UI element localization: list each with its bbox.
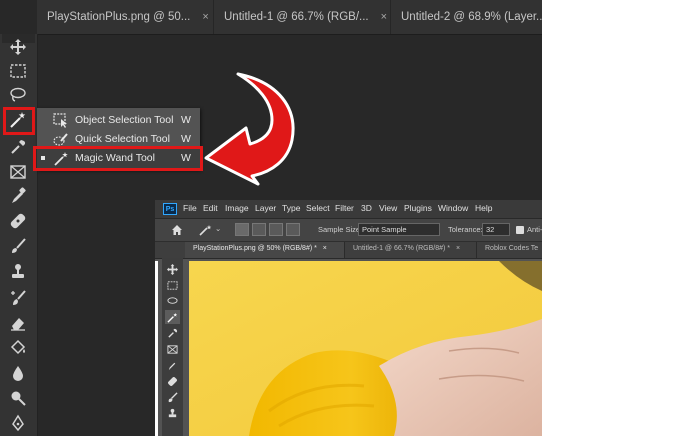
menu-help[interactable]: Help [475,203,492,213]
magic-wand-icon[interactable] [199,224,213,236]
marquee-icon[interactable] [165,278,180,292]
inset-tab-playstationplus[interactable]: PlayStationPlus.png @ 50% (RGB/8#) * × [185,242,345,258]
menu-filter[interactable]: Filter [335,203,354,213]
tab-label: Untitled-1 @ 66.7% (RGB/... [224,11,369,23]
color-picker-icon[interactable] [165,358,180,372]
tolerance-input[interactable]: 32 [482,223,510,236]
add-selection-button[interactable] [252,223,266,236]
magic-wand-icon[interactable] [165,310,180,324]
stamp-icon[interactable] [165,406,180,420]
tab-label: PlayStationPlus.png @ 50% (RGB/8#) * [193,245,317,252]
flyout-item-object-selection[interactable]: Object Selection Tool W [37,111,200,130]
healing-icon[interactable] [5,210,31,232]
photoshop-window: PlayStationPlus.png @ 50... × Untitled-1… [0,0,542,436]
options-bar: ⌄ Sample Size: Point Sample Tolerance: 3… [155,219,542,242]
eyedropper-icon[interactable] [165,326,180,340]
callout-arrow-icon [204,72,295,186]
marquee-icon[interactable] [5,60,31,82]
brush-icon[interactable] [5,235,31,257]
lasso-icon[interactable] [165,294,180,308]
page-edge [155,261,158,436]
flyout-label: Quick Selection Tool [75,133,170,145]
tab-playstationplus[interactable]: PlayStationPlus.png @ 50... × [37,0,214,34]
move-icon[interactable] [165,262,180,276]
dodge-icon[interactable] [5,387,31,409]
inset-tab-bar: PlayStationPlus.png @ 50% (RGB/8#) * × U… [155,242,542,259]
menu-edit[interactable]: Edit [203,203,218,213]
close-icon[interactable]: × [202,11,208,23]
healing-icon[interactable] [165,374,180,388]
inset-screenshot: Ps File Edit Image Layer Type Select Fil… [155,200,542,436]
subtract-selection-button[interactable] [269,223,283,236]
menu-file[interactable]: File [183,203,197,213]
menu-select[interactable]: Select [306,203,330,213]
object-selection-icon [53,113,67,128]
menu-layer[interactable]: Layer [255,203,276,213]
menu-type[interactable]: Type [282,203,300,213]
tab-label: PlayStationPlus.png @ 50... [47,11,191,23]
tolerance-value: 32 [486,225,495,234]
color-picker-icon[interactable] [5,185,31,207]
tolerance-label: Tolerance: [448,225,483,234]
tab-label: Untitled-2 @ 68.9% (Layer... [401,11,542,23]
menu-3d[interactable]: 3D [361,203,372,213]
shortcut-key: W [181,133,191,145]
quick-selection-icon [53,133,68,146]
eraser-icon[interactable] [5,312,31,334]
antialias-label: Anti-a [527,225,542,234]
tools-panel [0,34,38,436]
shortcut-key: W [181,114,191,126]
menu-window[interactable]: Window [438,203,468,213]
flyout-highlight-box [33,146,203,171]
inset-tools-panel [162,258,183,436]
inset-tab-roblox-codes[interactable]: Roblox Codes Te [477,242,542,258]
ps-logo: Ps [163,203,177,215]
move-icon[interactable] [5,36,31,58]
tab-label: Roblox Codes Te [485,245,539,252]
frame-icon[interactable] [5,161,31,183]
eyedropper-icon[interactable] [5,136,31,158]
lasso-icon[interactable] [5,84,31,106]
tab-label: Untitled-1 @ 66.7% (RGB/8#) * [353,245,450,252]
inset-tab-untitled-1[interactable]: Untitled-1 @ 66.7% (RGB/8#) * × [345,242,477,258]
stamp-icon[interactable] [5,261,31,283]
image-canvas[interactable] [189,261,542,436]
close-icon[interactable]: × [456,245,460,252]
sample-size-value: Point Sample [362,225,407,234]
blur-icon[interactable] [5,362,31,384]
brush-icon[interactable] [165,390,180,404]
tool-highlight-box [3,107,35,135]
history-brush-icon[interactable] [5,287,31,309]
new-selection-button[interactable] [235,223,249,236]
menu-bar: Ps File Edit Image Layer Type Select Fil… [155,200,542,219]
close-icon[interactable]: × [381,11,387,23]
antialias-checkbox[interactable] [516,226,524,234]
menu-plugins[interactable]: Plugins [404,203,432,213]
close-icon[interactable]: × [323,245,327,252]
menu-view[interactable]: View [379,203,397,213]
pen-icon[interactable] [5,412,31,434]
tab-untitled-2[interactable]: Untitled-2 @ 68.9% (Layer... [391,0,542,34]
photo-yellow-sweater [189,261,542,436]
sample-size-label: Sample Size: [318,225,363,234]
chevron-down-icon[interactable]: ⌄ [215,224,221,233]
flyout-label: Object Selection Tool [75,114,174,126]
menu-image[interactable]: Image [225,203,249,213]
frame-icon[interactable] [165,342,180,356]
sample-size-select[interactable]: Point Sample [358,223,440,236]
document-tab-bar: PlayStationPlus.png @ 50... × Untitled-1… [37,0,542,35]
tab-untitled-1[interactable]: Untitled-1 @ 66.7% (RGB/... × [214,0,391,34]
home-icon[interactable] [171,224,183,236]
intersect-selection-button[interactable] [286,223,300,236]
paint-bucket-icon[interactable] [5,337,31,359]
